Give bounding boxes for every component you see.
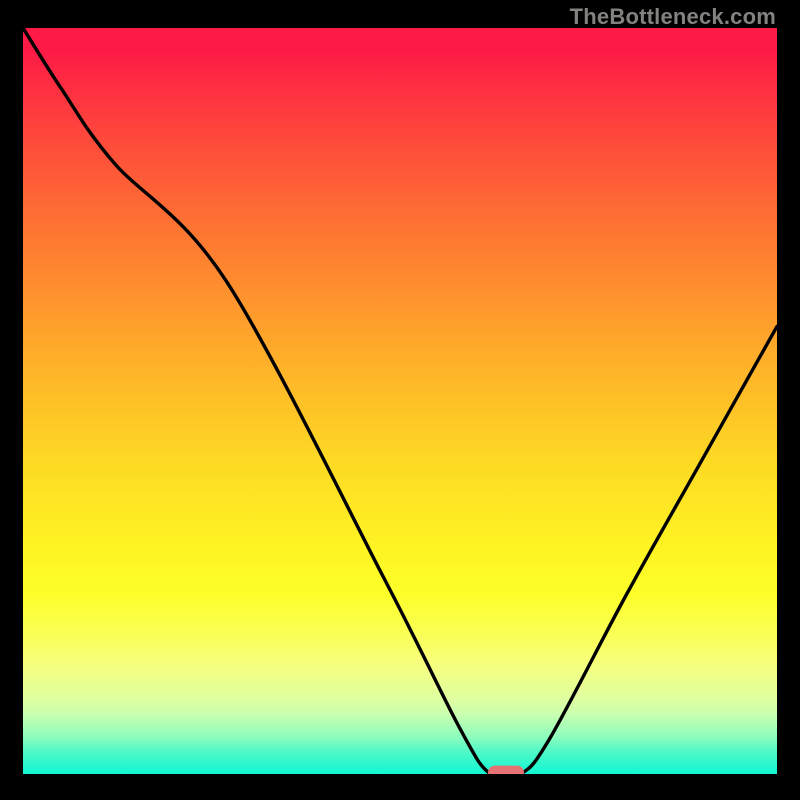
bottleneck-curve (23, 28, 777, 774)
watermark-text: TheBottleneck.com (570, 4, 776, 30)
chart-frame: TheBottleneck.com (0, 0, 800, 800)
plot-area (23, 28, 777, 774)
optimal-point-marker (488, 766, 524, 774)
